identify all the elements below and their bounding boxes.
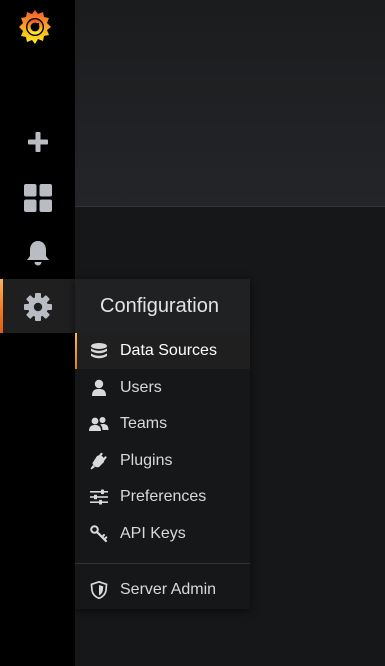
menu-item-label: Data Sources	[120, 342, 217, 359]
menu-item-users[interactable]: Users	[75, 370, 250, 406]
menu-items: Data Sources Users Teams Plugins Prefere…	[75, 333, 250, 609]
gear-icon[interactable]	[20, 289, 56, 325]
user-icon	[89, 378, 109, 398]
sidebar	[0, 0, 75, 666]
grafana-logo-icon[interactable]	[16, 7, 54, 47]
plug-icon	[89, 451, 109, 471]
menu-item-data-sources[interactable]: Data Sources	[75, 333, 250, 369]
menu-item-api-keys[interactable]: API Keys	[75, 516, 250, 552]
menu-item-plugins[interactable]: Plugins	[75, 443, 250, 479]
shield-icon	[89, 580, 109, 600]
menu-item-preferences[interactable]: Preferences	[75, 479, 250, 515]
menu-item-label: API Keys	[120, 525, 186, 542]
dashboards-icon[interactable]	[20, 180, 56, 216]
menu-divider	[75, 563, 250, 564]
top-panel	[75, 0, 385, 207]
menu-title[interactable]: Configuration	[75, 279, 250, 333]
key-icon	[89, 524, 109, 544]
bell-icon[interactable]	[20, 235, 56, 271]
plus-icon[interactable]	[20, 124, 56, 160]
users-icon	[89, 414, 109, 434]
menu-item-label: Teams	[120, 415, 168, 432]
menu-item-label: Server Admin	[120, 581, 217, 598]
menu-item-label: Users	[120, 379, 162, 396]
menu-item-label: Plugins	[120, 452, 173, 469]
menu-item-label: Preferences	[120, 488, 207, 505]
configuration-dropdown-menu: Configuration Data Sources Users Teams P…	[75, 279, 250, 609]
menu-item-server-admin[interactable]: Server Admin	[75, 572, 250, 608]
database-icon	[89, 341, 109, 361]
sliders-icon	[89, 487, 109, 507]
menu-item-teams[interactable]: Teams	[75, 406, 250, 442]
